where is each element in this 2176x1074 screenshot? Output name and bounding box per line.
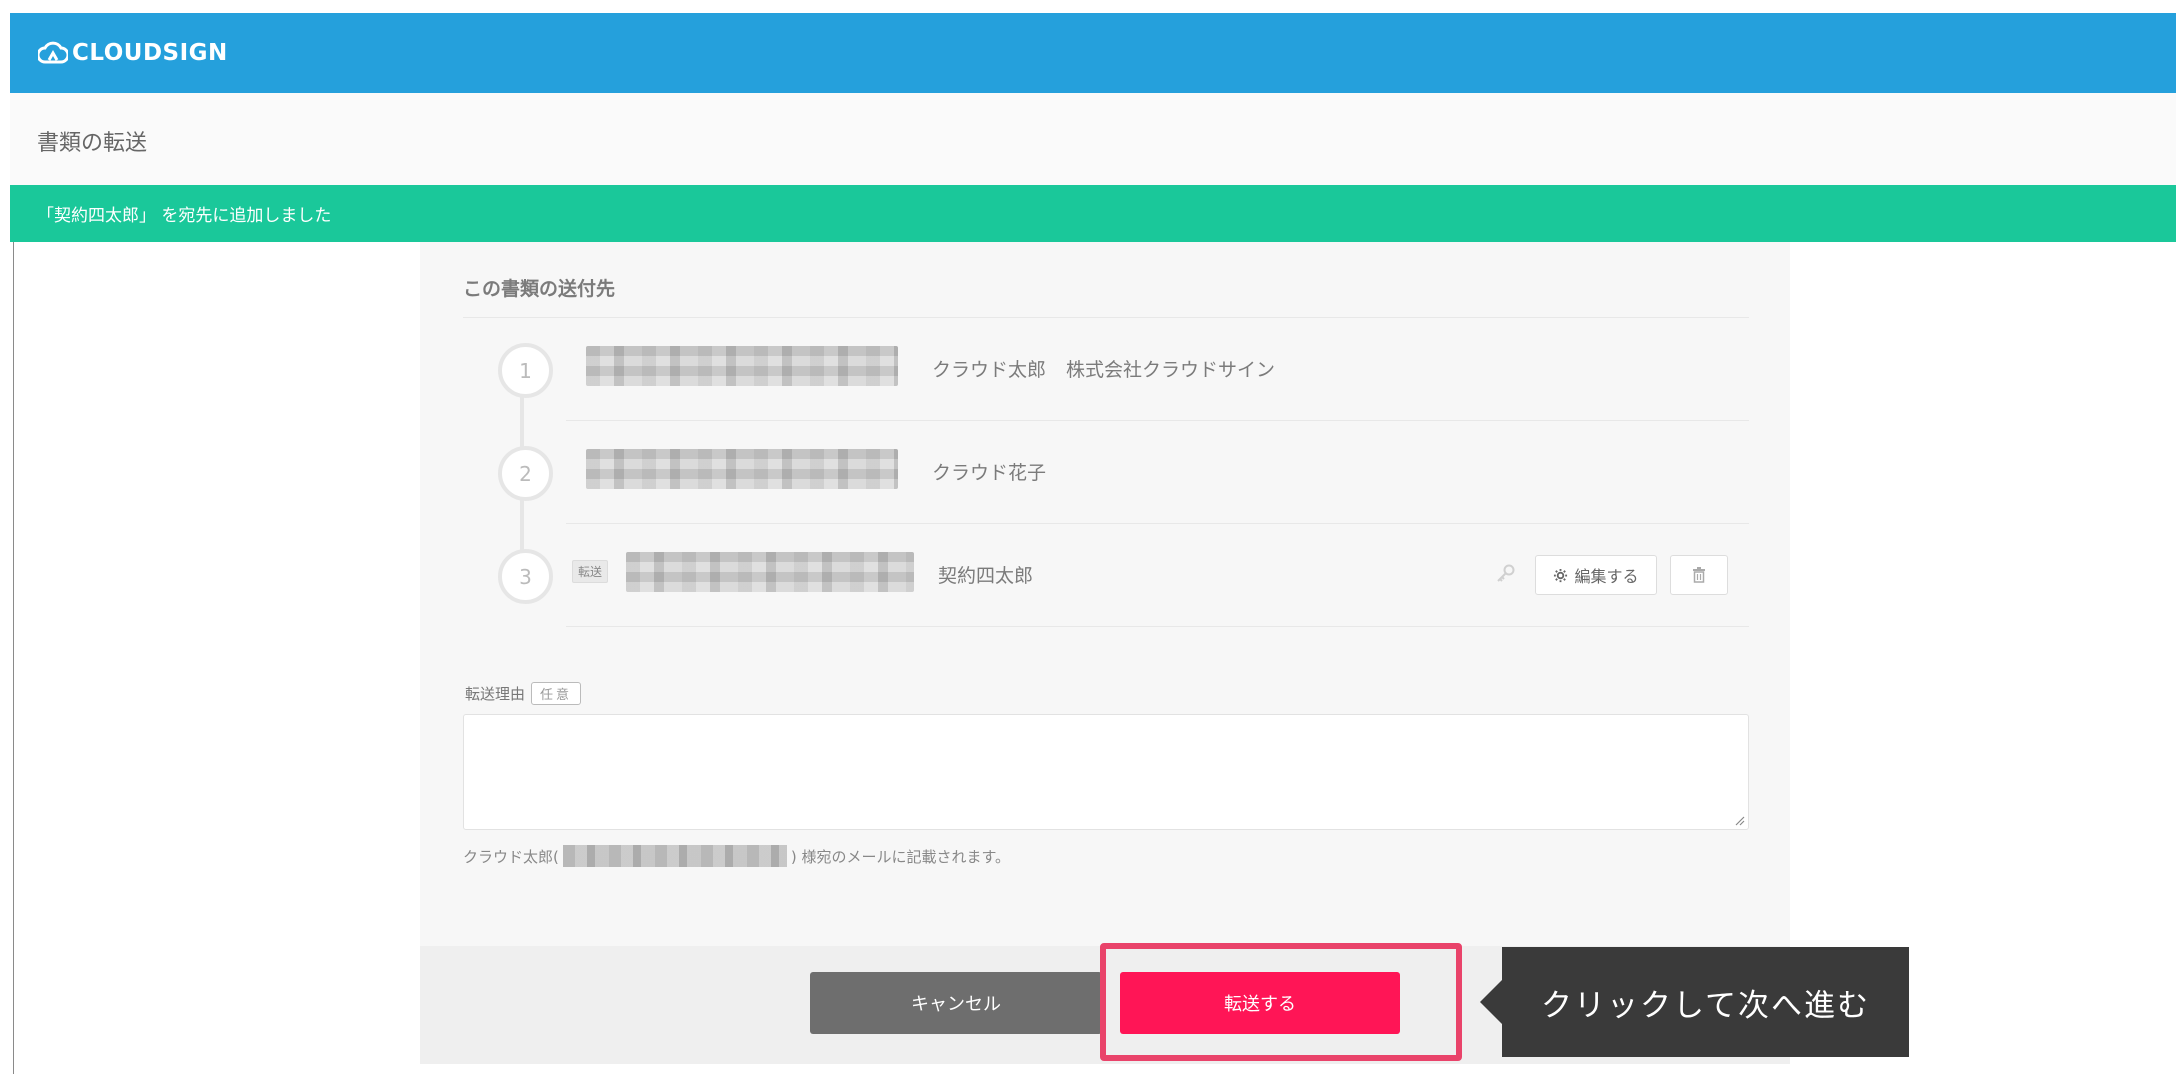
note-suffix: ) 様宛のメールに記載されます。 <box>790 847 1010 866</box>
row-divider <box>566 626 1749 627</box>
reason-label: 転送理由 任意 <box>465 682 582 705</box>
page-header: 書類の転送 <box>10 93 2176 186</box>
cloudsign-logo[interactable]: CLOUDSIGN <box>38 40 228 66</box>
delete-recipient-button[interactable] <box>1670 555 1728 595</box>
recipients-panel: この書類の送付先 1 クラウド太郎 株式会社クラウドサイン 2 クラウド花子 3… <box>420 242 1790 946</box>
note-prefix: クラウド太郎( <box>463 847 559 866</box>
success-notice: 「契約四太郎」 を宛先に追加しました <box>10 185 2176 242</box>
redacted-email <box>586 449 898 489</box>
cloud-logo-icon <box>38 41 68 64</box>
step-number: 3 <box>498 549 553 604</box>
tutorial-tooltip: クリックして次へ進む <box>1502 947 1909 1057</box>
redacted-email <box>562 845 787 867</box>
reason-textarea[interactable] <box>463 714 1749 830</box>
gear-icon <box>1554 568 1568 582</box>
recipient-row-1: 1 クラウド太郎 株式会社クラウドサイン <box>420 318 1790 421</box>
highlight-annotation <box>1100 943 1462 1061</box>
reason-label-text: 転送理由 <box>465 685 526 703</box>
edit-recipient-button[interactable]: 編集する <box>1535 555 1657 595</box>
window-frame <box>0 0 10 1074</box>
recipient-row-2: 2 クラウド花子 <box>420 421 1790 524</box>
step-number: 2 <box>498 446 553 501</box>
key-icon[interactable] <box>1494 563 1516 585</box>
cancel-button[interactable]: キャンセル <box>810 972 1102 1034</box>
page-title: 書類の転送 <box>37 131 148 156</box>
trash-icon <box>1693 567 1705 583</box>
redacted-email <box>626 552 914 592</box>
edit-button-label: 編集する <box>1574 567 1639 586</box>
forward-tag: 転送 <box>572 560 609 583</box>
reason-note: クラウド太郎( ) 様宛のメールに記載されます。 <box>463 845 1010 867</box>
recipient-name: 契約四太郎 <box>938 565 1034 587</box>
recipient-name: クラウド太郎 <box>932 359 1047 381</box>
optional-badge: 任意 <box>531 682 582 705</box>
recipient-row-3: 3 転送 契約四太郎 編集する <box>420 524 1790 627</box>
recipient-company: 株式会社クラウドサイン <box>1066 359 1276 381</box>
step-number: 1 <box>498 343 553 398</box>
resize-handle-icon[interactable] <box>1733 814 1745 826</box>
app-header: CLOUDSIGN <box>10 13 2176 93</box>
notice-text: 「契約四太郎」 を宛先に追加しました <box>37 206 332 226</box>
frame-border <box>13 240 14 1074</box>
recipients-section-title: この書類の送付先 <box>463 278 616 300</box>
redacted-email <box>586 346 898 386</box>
logo-text: CLOUDSIGN <box>72 40 228 66</box>
tooltip-arrow <box>1480 980 1502 1024</box>
recipient-name: クラウド花子 <box>932 462 1047 484</box>
tooltip-text: クリックして次へ進む <box>1540 987 1871 1024</box>
